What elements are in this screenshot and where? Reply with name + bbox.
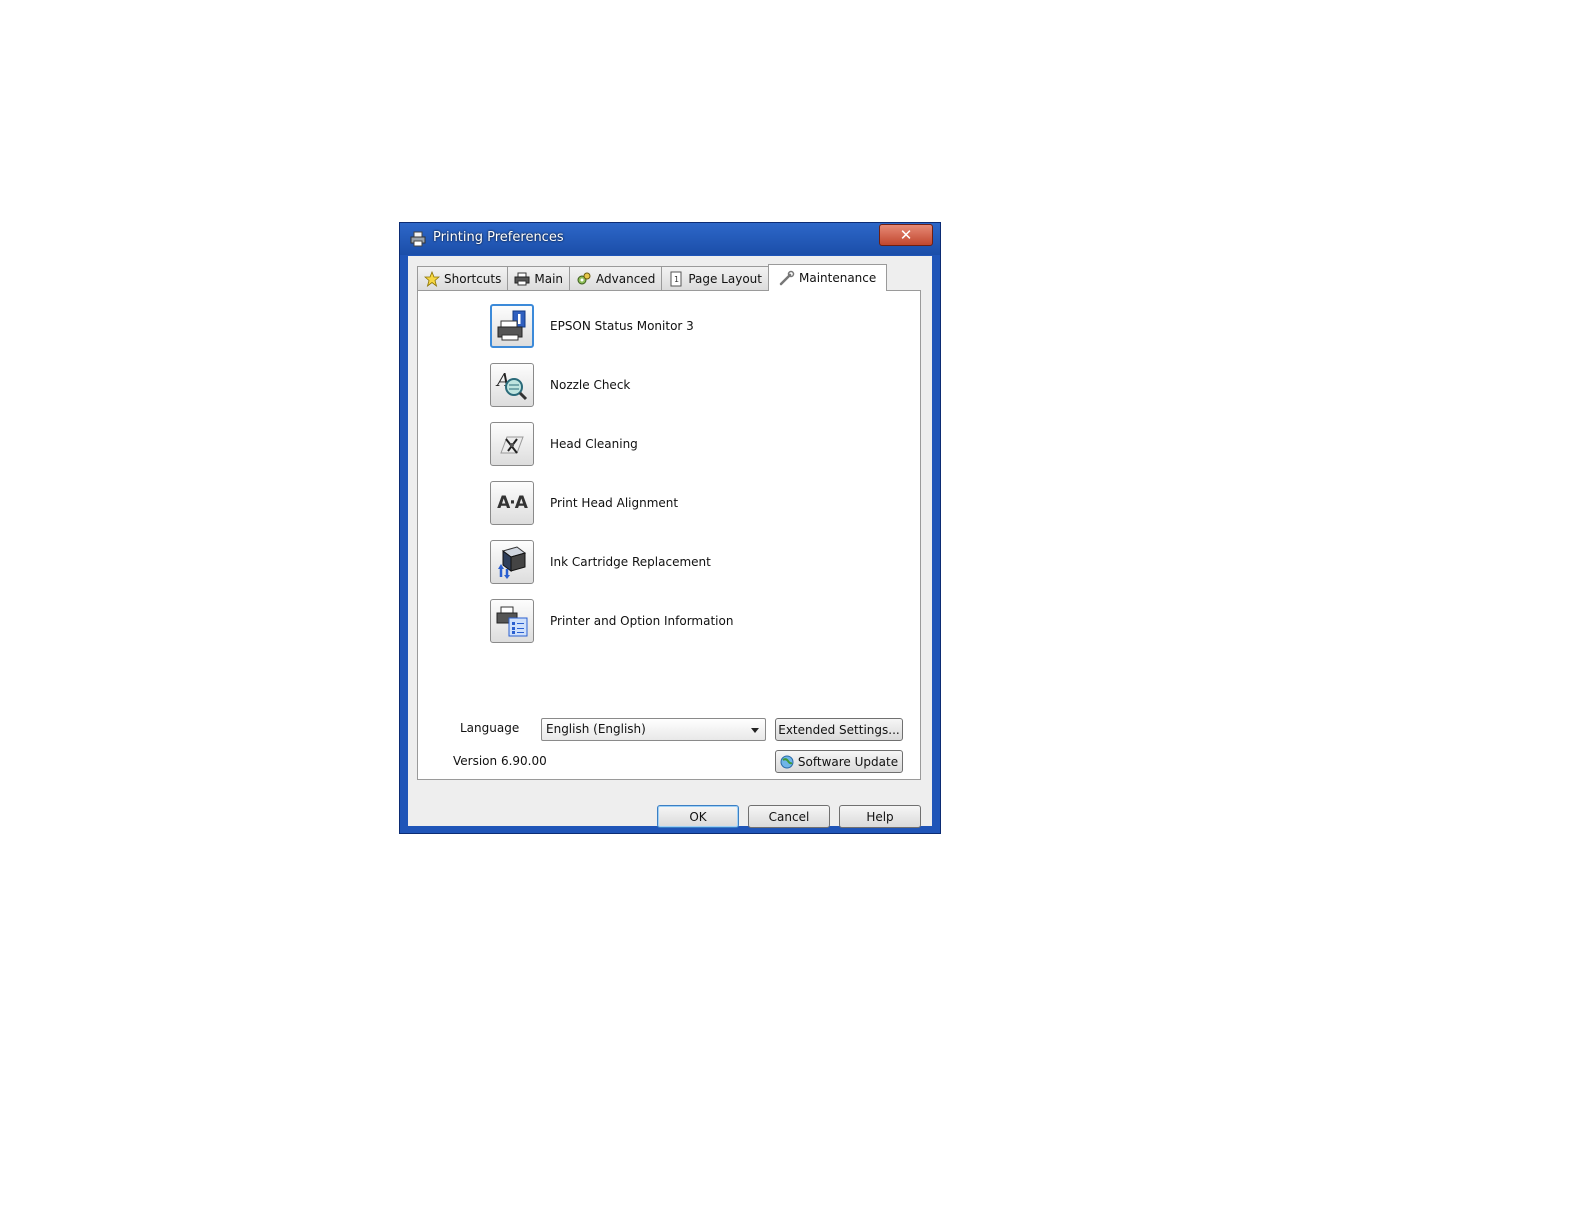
tool-head-cleaning: Head Cleaning <box>490 422 638 466</box>
tool-ink-cartridge-replacement: Ink Cartridge Replacement <box>490 540 711 584</box>
svg-text:1: 1 <box>674 275 679 284</box>
dialog-client-area: Shortcuts Main Advanced 1 Page Layout Ma… <box>408 256 932 828</box>
ink-cartridge-icon <box>498 546 527 579</box>
window-title: Printing Preferences <box>433 230 564 245</box>
close-button[interactable]: ✕ <box>879 224 933 246</box>
nozzle-check-button[interactable]: A <box>490 363 534 407</box>
tool-label: Ink Cartridge Replacement <box>550 555 711 569</box>
star-icon <box>424 270 440 287</box>
language-selected-value: English (English) <box>546 722 646 736</box>
ink-cartridge-button[interactable] <box>490 540 534 584</box>
tab-label: Advanced <box>596 271 656 286</box>
tool-label: EPSON Status Monitor 3 <box>550 319 694 333</box>
nozzle-check-icon: A <box>495 370 528 401</box>
printer-icon <box>410 231 426 247</box>
head-alignment-button[interactable]: A·A <box>490 481 534 525</box>
button-label: OK <box>689 809 707 824</box>
tab-strip: Shortcuts Main Advanced 1 Page Layout Ma… <box>417 264 888 291</box>
tool-label: Printer and Option Information <box>550 614 734 628</box>
button-label: Software Update <box>797 754 899 769</box>
title-bar[interactable]: Printing Preferences ✕ <box>400 223 940 255</box>
tool-label: Nozzle Check <box>550 378 631 392</box>
printer-info-icon <box>496 606 528 637</box>
head-cleaning-icon <box>500 436 524 454</box>
software-update-button[interactable]: Software Update <box>775 750 903 773</box>
tool-print-head-alignment: A·A Print Head Alignment <box>490 481 678 525</box>
cancel-button[interactable]: Cancel <box>748 805 830 828</box>
language-label: Language <box>460 721 520 735</box>
button-label: Extended Settings... <box>778 722 900 737</box>
head-alignment-icon: A·A <box>497 493 528 513</box>
ok-button[interactable]: OK <box>657 805 739 828</box>
wrench-icon <box>779 270 795 286</box>
tab-maintenance[interactable]: Maintenance <box>767 264 888 291</box>
dropdown-arrow-icon <box>751 728 759 733</box>
status-monitor-button[interactable] <box>490 304 534 348</box>
printer-icon <box>514 272 530 285</box>
version-text: Version 6.90.00 <box>453 754 547 768</box>
page-icon: 1 <box>670 271 682 286</box>
globe-update-icon <box>780 755 794 768</box>
button-label: Cancel <box>768 809 810 824</box>
tab-shortcuts[interactable]: Shortcuts <box>417 266 509 290</box>
extended-settings-button[interactable]: Extended Settings... <box>775 718 903 741</box>
tab-label: Shortcuts <box>444 271 502 286</box>
tab-advanced[interactable]: Advanced <box>569 266 663 290</box>
help-button[interactable]: Help <box>839 805 921 828</box>
tab-page-layout[interactable]: 1 Page Layout <box>661 266 769 290</box>
maintenance-panel: EPSON Status Monitor 3 A Nozzle Check He… <box>417 290 921 780</box>
printing-preferences-window: Printing Preferences ✕ Shortcuts Main Ad… <box>399 222 941 834</box>
gears-icon <box>577 272 591 284</box>
head-cleaning-button[interactable] <box>490 422 534 466</box>
printer-info-button[interactable] <box>490 599 534 643</box>
tab-main[interactable]: Main <box>507 266 571 290</box>
tool-status-monitor: EPSON Status Monitor 3 <box>490 304 694 348</box>
tool-printer-option-information: Printer and Option Information <box>490 599 733 643</box>
language-select[interactable]: English (English) <box>541 718 766 741</box>
status-monitor-icon <box>497 310 526 341</box>
tab-label: Main <box>534 271 564 286</box>
tool-label: Print Head Alignment <box>550 496 679 510</box>
button-label: Help <box>866 809 894 824</box>
tool-nozzle-check: A Nozzle Check <box>490 363 630 407</box>
tab-label: Page Layout <box>688 271 762 286</box>
tool-label: Head Cleaning <box>550 437 638 451</box>
tab-label: Maintenance <box>798 271 877 285</box>
